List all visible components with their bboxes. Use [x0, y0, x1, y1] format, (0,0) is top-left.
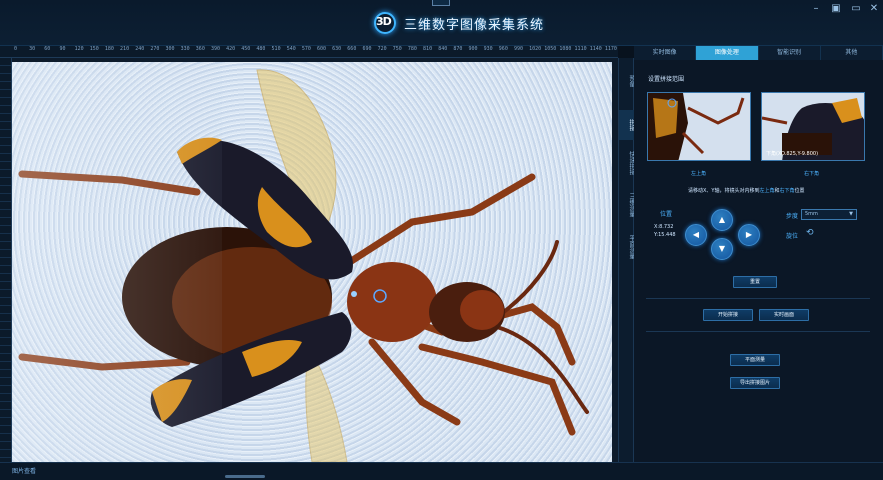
title-bar: 3D 三维数字图像采集系统 – ▣ ▭ ✕: [0, 0, 883, 46]
ruler-tick: 540: [286, 46, 296, 52]
plane-measure-button[interactable]: 平面测量: [730, 354, 780, 366]
tab-image-processing[interactable]: 图像处理: [696, 46, 759, 60]
position-label: 位置: [660, 211, 673, 218]
ruler-tick: 0: [14, 46, 18, 52]
arrow-up-icon: ▲: [718, 215, 726, 224]
collapse-handle[interactable]: [432, 0, 450, 6]
status-bar: 图片查看: [0, 462, 883, 480]
step-select[interactable]: 5mm ▼: [801, 209, 857, 220]
ruler-tick: 150: [89, 46, 99, 52]
app-title: 三维数字图像采集系统: [404, 17, 545, 33]
coord-x: X:8.732: [654, 224, 674, 230]
top-left-caption[interactable]: 左上角: [691, 170, 706, 177]
ruler-tick: 1140: [589, 46, 602, 52]
right-panel: 实时图像 图像处理 智能识别 其他 设置拼接范围 下角(XO.825,Y-9.8…: [634, 46, 883, 462]
reset-button[interactable]: 重置: [733, 276, 777, 288]
ruler-tick: 360: [195, 46, 205, 52]
side-tab-3d-measure[interactable]: 三维测量: [619, 186, 635, 224]
rotate-label: 旋位: [786, 233, 799, 240]
move-down-button[interactable]: ▼: [711, 238, 733, 260]
arrow-down-icon: ▼: [718, 244, 726, 253]
side-tab-plane-measure[interactable]: 平面测量: [619, 228, 635, 266]
ruler-tick: 600: [317, 46, 327, 52]
ruler-tick: 870: [453, 46, 463, 52]
app-window: 3D 三维数字图像采集系统 – ▣ ▭ ✕ 0 30 60 90 120 150 180 21…: [0, 0, 883, 480]
ruler-tick: 720: [377, 46, 387, 52]
ruler-tick: 690: [362, 46, 372, 52]
coord-y: Y:15.448: [654, 232, 676, 238]
ruler-tick: 390: [210, 46, 220, 52]
realtime-view-button[interactable]: 实时画面: [759, 309, 809, 321]
ruler-tick: 930: [483, 46, 493, 52]
side-tab-stitch[interactable]: 拼接: [619, 110, 635, 140]
ruler-tick: 60: [44, 46, 51, 52]
maximize-icon[interactable]: ▣: [828, 2, 844, 16]
step-label: 步度: [786, 213, 799, 220]
app-logo: 3D: [372, 11, 396, 35]
ruler-tick: 240: [135, 46, 145, 52]
ruler-tick: 660: [347, 46, 357, 52]
ruler-tick: 210: [120, 46, 130, 52]
ruler-tick: 840: [438, 46, 448, 52]
ruler-tick: 270: [150, 46, 160, 52]
close-icon[interactable]: ✕: [866, 2, 882, 16]
status-text: 图片查看: [12, 468, 37, 475]
ruler-tick: 1080: [559, 46, 572, 52]
side-tab-quick-stitch[interactable]: 快速拼接: [619, 144, 635, 182]
ruler-tick: 420: [226, 46, 236, 52]
ruler-tick: 450: [241, 46, 251, 52]
chevron-down-icon: ▼: [849, 211, 853, 217]
tab-realtime-image[interactable]: 实时图像: [634, 46, 697, 60]
ruler-tick: 510: [271, 46, 281, 52]
divider: [646, 298, 870, 299]
ruler-tick: 630: [332, 46, 342, 52]
ruler-tick: 810: [423, 46, 433, 52]
ruler-tick: 480: [256, 46, 266, 52]
image-canvas[interactable]: [12, 58, 618, 462]
arrow-right-icon: ▶: [745, 230, 753, 239]
thumbnail-bottom-right[interactable]: 下角(XO.825,Y-9.800): [761, 92, 865, 161]
ruler-tick: 990: [513, 46, 523, 52]
ruler-tick: 750: [392, 46, 402, 52]
top-tabs: 实时图像 图像处理 智能识别 其他: [634, 46, 883, 60]
top-ruler: 0 30 60 90 120 150 180 210 240 270 300 330 360 390 420…: [0, 46, 618, 58]
ruler-tick: 570: [301, 46, 311, 52]
stitch-hint: 请移动X、Y轴，将镜头对内移到左上角和右下角位置: [688, 188, 805, 194]
side-tab-bar: 预备 拼接 快速拼接 三维测量 平面测量: [618, 58, 635, 462]
side-tab-prepare[interactable]: 预备: [619, 66, 635, 96]
start-stitch-button[interactable]: 开始拼接: [703, 309, 753, 321]
arrow-left-icon: ◀: [692, 230, 700, 239]
move-up-button[interactable]: ▲: [711, 209, 733, 231]
ruler-tick: 900: [468, 46, 478, 52]
rotate-icon[interactable]: ⟲: [806, 228, 814, 238]
ruler-tick: 300: [165, 46, 175, 52]
ruler-tick: 30: [29, 46, 36, 52]
ruler-tick: 1170: [604, 46, 617, 52]
move-left-button[interactable]: ◀: [685, 224, 707, 246]
ruler-tick: 90: [59, 46, 66, 52]
ruler-tick: 1110: [574, 46, 587, 52]
bottom-right-caption[interactable]: 右下角: [804, 170, 819, 177]
restore-icon[interactable]: ▭: [848, 2, 864, 16]
minimize-icon[interactable]: –: [808, 2, 824, 16]
ruler-tick: 180: [104, 46, 114, 52]
ruler-tick: 120: [74, 46, 84, 52]
section-title: 设置拼接范围: [648, 76, 685, 83]
divider: [646, 331, 870, 332]
specimen-image: [12, 62, 612, 462]
tab-smart-recognition[interactable]: 智能识别: [758, 46, 821, 60]
ruler-tick: 1050: [544, 46, 557, 52]
horizontal-scrollbar[interactable]: [225, 475, 265, 478]
brand: 3D 三维数字图像采集系统: [372, 10, 544, 36]
left-ruler: [0, 58, 12, 462]
ruler-tick: 330: [180, 46, 190, 52]
thumbnail-overlay-text: 下角(XO.825,Y-9.800): [766, 151, 819, 157]
ruler-tick: 960: [498, 46, 508, 52]
ruler-tick: 780: [407, 46, 417, 52]
ruler-tick: 1020: [529, 46, 542, 52]
thumbnail-top-left[interactable]: [647, 92, 751, 161]
tab-other[interactable]: 其他: [820, 46, 883, 60]
move-right-button[interactable]: ▶: [738, 224, 760, 246]
export-stitched-button[interactable]: 导出拼接图片: [730, 377, 780, 389]
